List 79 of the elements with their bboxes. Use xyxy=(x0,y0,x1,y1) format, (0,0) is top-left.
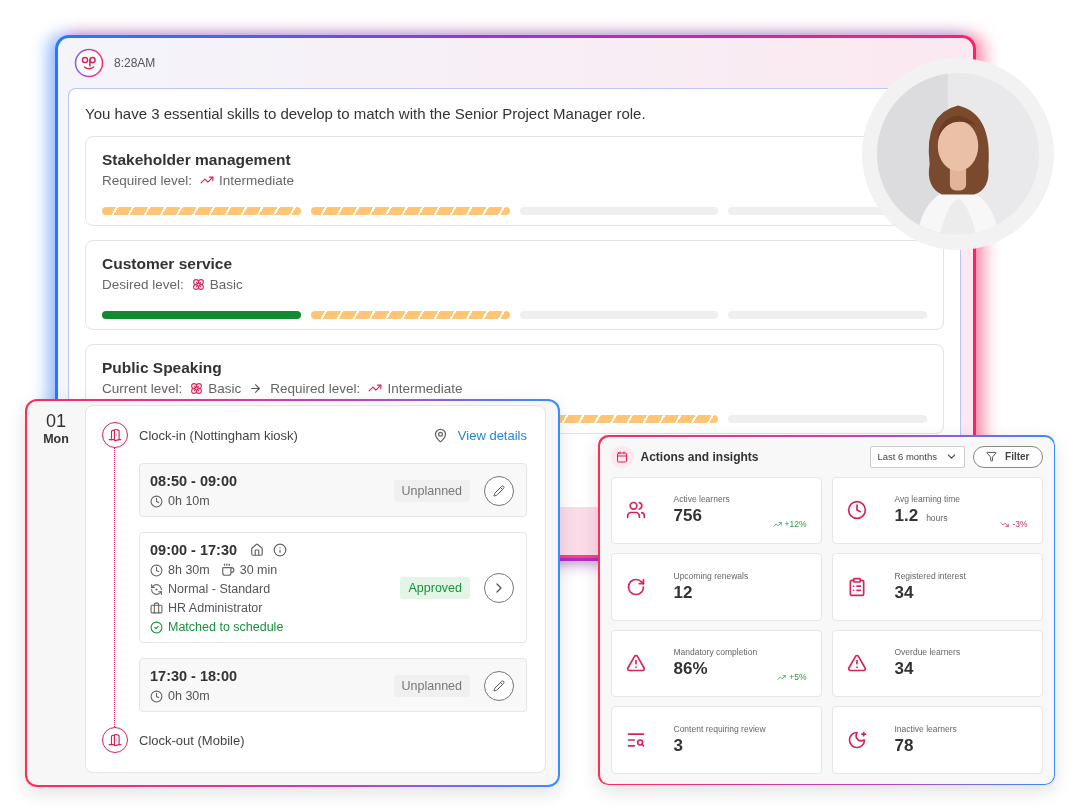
coffee-icon xyxy=(220,563,235,577)
trend-value: +12% xyxy=(784,519,807,529)
clock-icon xyxy=(150,689,163,703)
insights-title: Actions and insights xyxy=(640,449,760,464)
location-pin-icon xyxy=(432,427,448,443)
shift-duration: 8h 30m xyxy=(168,563,210,577)
level-label: Required level: xyxy=(102,172,193,188)
trend-value: +5% xyxy=(789,672,807,682)
trend-value: -3% xyxy=(1012,519,1028,529)
clock-icon xyxy=(150,563,163,577)
warning-icon xyxy=(846,653,867,674)
level-value: Basic xyxy=(208,380,242,396)
shift-rule: Normal - Standard xyxy=(168,582,271,596)
metric-value: 12 xyxy=(673,582,693,603)
pencil-icon xyxy=(493,484,505,497)
refresh-icon xyxy=(625,576,646,597)
funnel-icon xyxy=(986,451,998,462)
status-badge: Unplanned xyxy=(393,674,470,697)
level-value: Intermediate xyxy=(387,380,463,396)
shift-time: 17:30 - 18:00 xyxy=(150,668,238,684)
break-duration: 30 min xyxy=(239,563,278,577)
clock-out-label: Clock-out (Mobile) xyxy=(139,732,246,748)
metric-label: Content requiring review xyxy=(673,723,767,734)
status-badge: Approved xyxy=(400,577,470,599)
metric-label: Avg learning time xyxy=(894,494,962,505)
info-icon xyxy=(273,543,288,557)
arrow-icon xyxy=(249,381,263,395)
check-circle-icon xyxy=(150,620,163,634)
status-badge: Unplanned xyxy=(393,479,470,502)
next-button[interactable] xyxy=(484,573,514,603)
metric-label: Registered interest xyxy=(894,570,967,581)
pencil-icon xyxy=(493,679,505,692)
briefcase-icon xyxy=(150,601,163,615)
shift-time: 09:00 - 17:30 xyxy=(150,542,238,558)
metric-value: 756 xyxy=(673,506,702,527)
metric-value: 34 xyxy=(894,582,914,603)
skill-title: Stakeholder management xyxy=(102,151,292,169)
level-value: Basic xyxy=(209,276,243,292)
clock-icon xyxy=(846,500,867,521)
skill-title: Customer service xyxy=(102,255,234,273)
metric-label: Inactive learners xyxy=(894,723,958,734)
metric-unit: hours xyxy=(926,513,948,524)
metric-value: 78 xyxy=(894,735,914,756)
schedule-match: Matched to schedule xyxy=(168,620,284,634)
level-label: Desired level: xyxy=(102,276,184,292)
edit-button[interactable] xyxy=(484,670,514,701)
metric-label: Mandatory completion xyxy=(673,647,759,658)
metric-value: 1.2 xyxy=(894,506,919,527)
edit-button[interactable] xyxy=(484,475,514,506)
shift-duration: 0h 30m xyxy=(168,689,210,703)
period-dropdown[interactable]: Last 6 months xyxy=(870,445,966,468)
shift-role: HR Administrator xyxy=(168,601,263,615)
day-number: 01 xyxy=(46,411,66,432)
level-label: Required level: xyxy=(270,380,361,396)
level-value: Intermediate xyxy=(219,172,295,188)
people-icon xyxy=(625,500,646,521)
clock-icon xyxy=(150,494,163,508)
level-label: Current level: xyxy=(102,380,183,396)
smiley-logo-icon xyxy=(74,48,104,78)
metric-value: 3 xyxy=(673,735,683,756)
skill-title: Public Speaking xyxy=(102,359,223,377)
message-time: 8:28AM xyxy=(114,56,156,70)
moon-icon xyxy=(846,729,867,750)
metric-label: Overdue learners xyxy=(894,647,962,658)
metric-label: Active learners xyxy=(673,494,731,505)
metric-value: 86% xyxy=(673,659,708,680)
metric-value: 34 xyxy=(894,659,914,680)
message-text: You have 3 essential skills to develop to match with the Senior Project Manager role. xyxy=(85,105,647,122)
filter-button[interactable]: Filter xyxy=(973,445,1043,468)
day-name: Mon xyxy=(43,432,69,446)
shift-time: 08:50 - 09:00 xyxy=(150,473,238,489)
calendar-icon xyxy=(610,445,633,468)
house-icon xyxy=(250,543,265,557)
rule-icon xyxy=(150,582,163,596)
clock-in-label: Clock-in (Nottingham kiosk) xyxy=(139,427,299,443)
view-details-link[interactable]: View details xyxy=(457,427,527,443)
metric-label: Upcoming renewals xyxy=(673,570,750,581)
warning-icon xyxy=(625,653,646,674)
shift-duration: 0h 10m xyxy=(168,494,210,508)
